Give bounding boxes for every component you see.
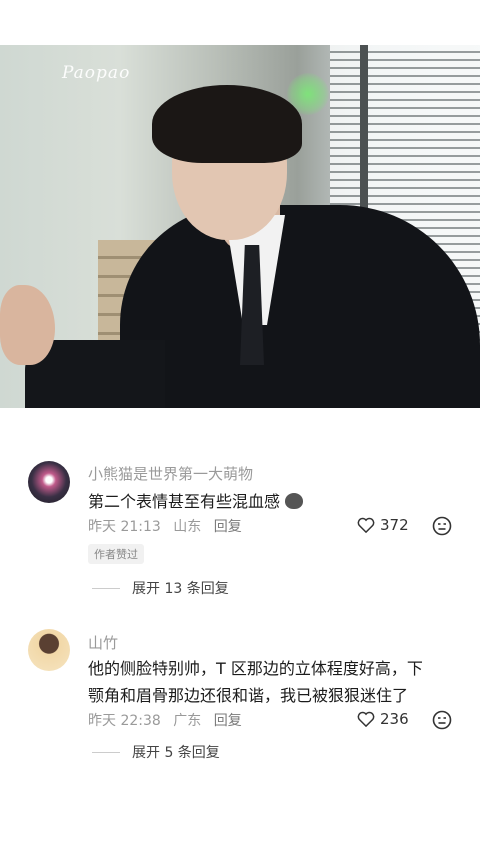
- dislike-button[interactable]: [432, 710, 452, 734]
- like-count: 372: [380, 516, 409, 534]
- like-count: 236: [380, 710, 409, 728]
- avatar[interactable]: [28, 461, 70, 503]
- comment-time: 昨天 22:38: [88, 713, 161, 729]
- avatar[interactable]: [28, 629, 70, 671]
- neutral-face-icon: [432, 516, 452, 536]
- reply-button[interactable]: 回复: [214, 519, 242, 535]
- comment-username[interactable]: 小熊猫是世界第一大萌物: [88, 463, 253, 484]
- comment-text: 他的侧脸特别帅，T 区那边的立体程度好高，下颚角和眉骨那边还很和谐，我已被狠狠迷…: [88, 659, 423, 705]
- expand-replies-button[interactable]: 展开 13 条回复: [92, 578, 229, 598]
- person-suit: [120, 205, 480, 408]
- comment-text: 第二个表情甚至有些混血感: [88, 488, 438, 515]
- cat-face-icon: [285, 493, 304, 509]
- comment-text-body: 第二个表情甚至有些混血感: [88, 492, 281, 511]
- like-button[interactable]: 236: [357, 710, 409, 728]
- expand-replies-label: 展开 5 条回复: [132, 745, 220, 761]
- comment-meta: 昨天 21:13 山东 回复: [88, 516, 250, 536]
- person-hand: [0, 285, 55, 365]
- expand-replies-button[interactable]: 展开 5 条回复: [92, 742, 220, 762]
- author-liked-badge: 作者赞过: [88, 544, 144, 564]
- video-watermark: Paopao: [62, 63, 131, 83]
- neutral-face-icon: [432, 710, 452, 730]
- heart-icon: [357, 711, 375, 727]
- comment-location: 山东: [173, 519, 202, 535]
- heart-icon: [357, 517, 375, 533]
- reply-button[interactable]: 回复: [214, 713, 242, 729]
- like-button[interactable]: 372: [357, 516, 409, 534]
- person-hair: [152, 85, 302, 163]
- divider: [92, 587, 120, 589]
- divider: [92, 751, 120, 753]
- dislike-button[interactable]: [432, 516, 452, 540]
- comment-location: 广东: [173, 713, 202, 729]
- video-frame[interactable]: Paopao: [0, 45, 480, 408]
- comment-meta: 昨天 22:38 广东 回复: [88, 710, 250, 730]
- expand-replies-label: 展开 13 条回复: [132, 581, 229, 597]
- comment-username[interactable]: 山竹: [88, 632, 118, 653]
- comment-time: 昨天 21:13: [88, 519, 161, 535]
